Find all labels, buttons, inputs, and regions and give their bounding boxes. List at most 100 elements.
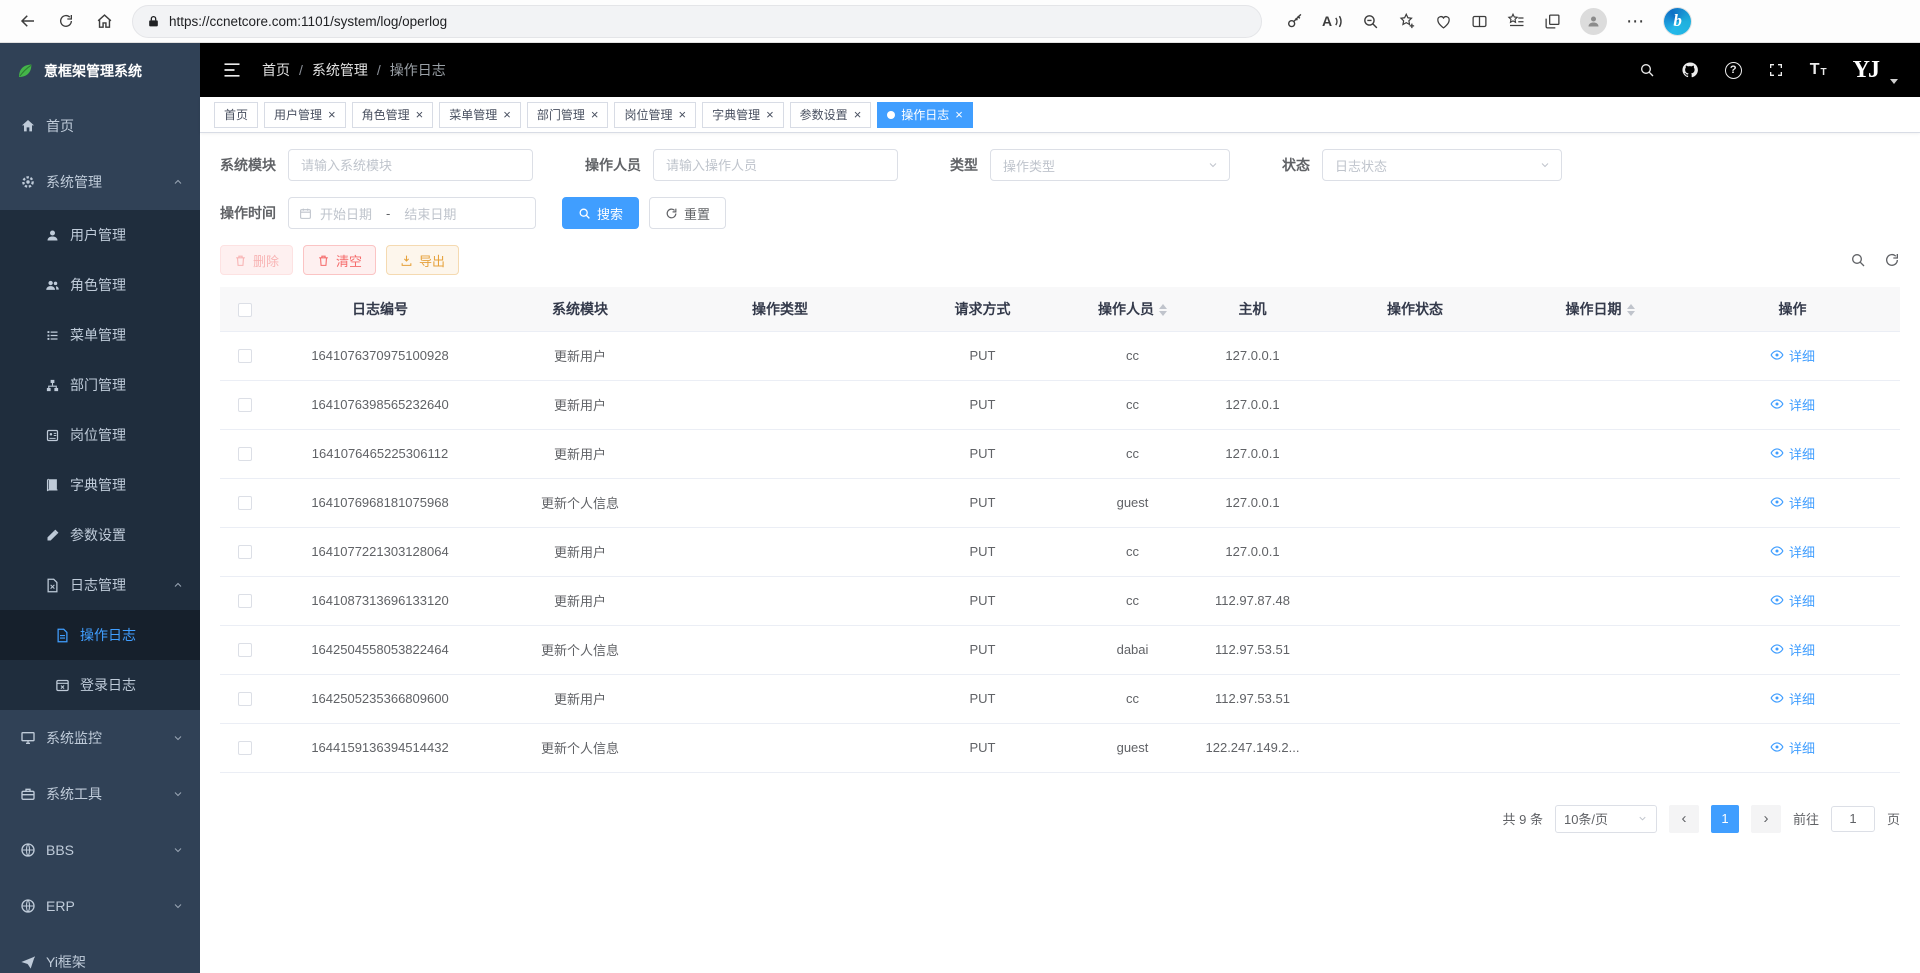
row-checkbox[interactable]: [238, 496, 252, 510]
row-checkbox[interactable]: [238, 447, 252, 461]
detail-link[interactable]: 详细: [1770, 640, 1815, 659]
github-icon[interactable]: [1681, 61, 1699, 79]
zoom-out-icon[interactable]: [1362, 13, 1379, 30]
read-aloud-icon[interactable]: A: [1322, 14, 1343, 29]
sidebar-item-erp[interactable]: ERP: [0, 878, 200, 934]
sidebar-item-dictionary[interactable]: 字典管理: [0, 460, 200, 510]
detail-link[interactable]: 详细: [1770, 395, 1815, 414]
table-search-icon[interactable]: [1850, 252, 1866, 268]
collections-icon[interactable]: [1544, 13, 1561, 30]
tab-close-icon[interactable]: ×: [416, 108, 424, 121]
row-checkbox[interactable]: [238, 594, 252, 608]
home-button[interactable]: [86, 4, 122, 38]
tab-close-icon[interactable]: ×: [328, 108, 336, 121]
prev-page-button[interactable]: ‹: [1669, 805, 1699, 833]
sidebar-item-monitor[interactable]: 系统监控: [0, 710, 200, 766]
fullscreen-icon[interactable]: [1768, 62, 1784, 78]
search-button[interactable]: 搜索: [562, 197, 639, 229]
column-header-operator[interactable]: 操作人员: [1075, 287, 1190, 331]
sidebar-item-yiframe[interactable]: Yi框架: [0, 934, 200, 973]
profile-avatar[interactable]: [1580, 8, 1607, 35]
sidebar-item-tools[interactable]: 系统工具: [0, 766, 200, 822]
detail-link[interactable]: 详细: [1770, 493, 1815, 512]
more-menu-icon[interactable]: ⋯: [1626, 11, 1645, 32]
sidebar-item-departments[interactable]: 部门管理: [0, 360, 200, 410]
tab[interactable]: 用户管理 ×: [264, 102, 346, 128]
bing-icon[interactable]: b: [1664, 8, 1691, 35]
address-bar[interactable]: https://ccnetcore.com:1101/system/log/op…: [132, 5, 1262, 38]
tab[interactable]: 部门管理 ×: [527, 102, 609, 128]
back-button[interactable]: [10, 4, 46, 38]
tab[interactable]: 岗位管理 ×: [614, 102, 696, 128]
sidebar-item-login-log[interactable]: 登录日志: [0, 660, 200, 710]
detail-link[interactable]: 详细: [1770, 591, 1815, 610]
font-size-icon[interactable]: TT: [1810, 62, 1827, 78]
detail-link[interactable]: 详细: [1770, 444, 1815, 463]
current-page-button[interactable]: 1: [1711, 805, 1739, 833]
row-checkbox[interactable]: [238, 643, 252, 657]
tab-close-icon[interactable]: ×: [854, 108, 862, 121]
sidebar-item-operation-log[interactable]: 操作日志: [0, 610, 200, 660]
browser-essentials-icon[interactable]: [1435, 13, 1452, 30]
row-checkbox[interactable]: [238, 692, 252, 706]
row-checkbox[interactable]: [238, 545, 252, 559]
page-size-select[interactable]: 10条/页: [1555, 805, 1657, 833]
select-all-checkbox[interactable]: [238, 303, 252, 317]
help-icon[interactable]: ?: [1725, 62, 1742, 79]
header-search-icon[interactable]: [1639, 62, 1655, 78]
breadcrumb-item[interactable]: 系统管理: [312, 60, 368, 80]
status-select[interactable]: 日志状态: [1322, 149, 1562, 181]
detail-link[interactable]: 详细: [1770, 738, 1815, 757]
detail-link[interactable]: 详细: [1770, 346, 1815, 365]
favorites-icon[interactable]: [1507, 12, 1525, 30]
table-refresh-icon[interactable]: [1884, 252, 1900, 268]
delete-button[interactable]: 删除: [220, 245, 293, 275]
detail-link-label: 详细: [1789, 542, 1815, 561]
password-key-icon[interactable]: [1286, 13, 1303, 30]
avatar-dropdown-caret[interactable]: [1890, 79, 1898, 84]
add-favorite-icon[interactable]: [1398, 12, 1416, 30]
module-input[interactable]: [288, 149, 533, 181]
sidebar-item-bbs[interactable]: BBS: [0, 822, 200, 878]
operator-input[interactable]: [653, 149, 898, 181]
tab-close-icon[interactable]: ×: [503, 108, 511, 121]
detail-link[interactable]: 详细: [1770, 689, 1815, 708]
row-checkbox[interactable]: [238, 741, 252, 755]
tab[interactable]: 字典管理 ×: [702, 102, 784, 128]
row-checkbox[interactable]: [238, 398, 252, 412]
breadcrumb-item[interactable]: 首页: [262, 60, 290, 80]
sidebar-item-roles[interactable]: 角色管理: [0, 260, 200, 310]
app-logo[interactable]: 意框架管理系统: [0, 43, 200, 98]
split-screen-icon[interactable]: [1471, 13, 1488, 30]
sidebar-item-users[interactable]: 用户管理: [0, 210, 200, 260]
tab-close-icon[interactable]: ×: [955, 108, 963, 121]
type-select[interactable]: 操作类型: [990, 149, 1230, 181]
refresh-button[interactable]: [48, 4, 84, 38]
sidebar-item-posts[interactable]: 岗位管理: [0, 410, 200, 460]
sidebar-item-home[interactable]: 首页: [0, 98, 200, 154]
tab[interactable]: 操作日志 ×: [877, 102, 973, 128]
reset-button[interactable]: 重置: [649, 197, 726, 229]
sidebar-item-system[interactable]: 系统管理: [0, 154, 200, 210]
tab-close-icon[interactable]: ×: [766, 108, 774, 121]
column-header-date[interactable]: 操作日期: [1515, 287, 1685, 331]
tab[interactable]: 首页: [214, 102, 258, 128]
detail-link[interactable]: 详细: [1770, 542, 1815, 561]
tab-close-icon[interactable]: ×: [591, 108, 599, 121]
user-logo[interactable]: YJ: [1853, 57, 1878, 84]
sidebar-item-menus[interactable]: 菜单管理: [0, 310, 200, 360]
clear-button[interactable]: 清空: [303, 245, 376, 275]
sidebar-item-parameters[interactable]: 参数设置: [0, 510, 200, 560]
tab[interactable]: 角色管理 ×: [352, 102, 434, 128]
tab[interactable]: 参数设置 ×: [790, 102, 872, 128]
goto-page-input[interactable]: [1831, 806, 1875, 832]
row-checkbox[interactable]: [238, 349, 252, 363]
date-range-picker[interactable]: 开始日期 - 结束日期: [288, 197, 536, 229]
sidebar-item-logs[interactable]: 日志管理: [0, 560, 200, 610]
tab-close-icon[interactable]: ×: [678, 108, 686, 121]
export-button[interactable]: 导出: [386, 245, 459, 275]
tab[interactable]: 菜单管理 ×: [439, 102, 521, 128]
column-header-log-id: 日志编号: [270, 287, 490, 331]
sidebar-toggle[interactable]: [222, 60, 242, 80]
next-page-button[interactable]: ›: [1751, 805, 1781, 833]
